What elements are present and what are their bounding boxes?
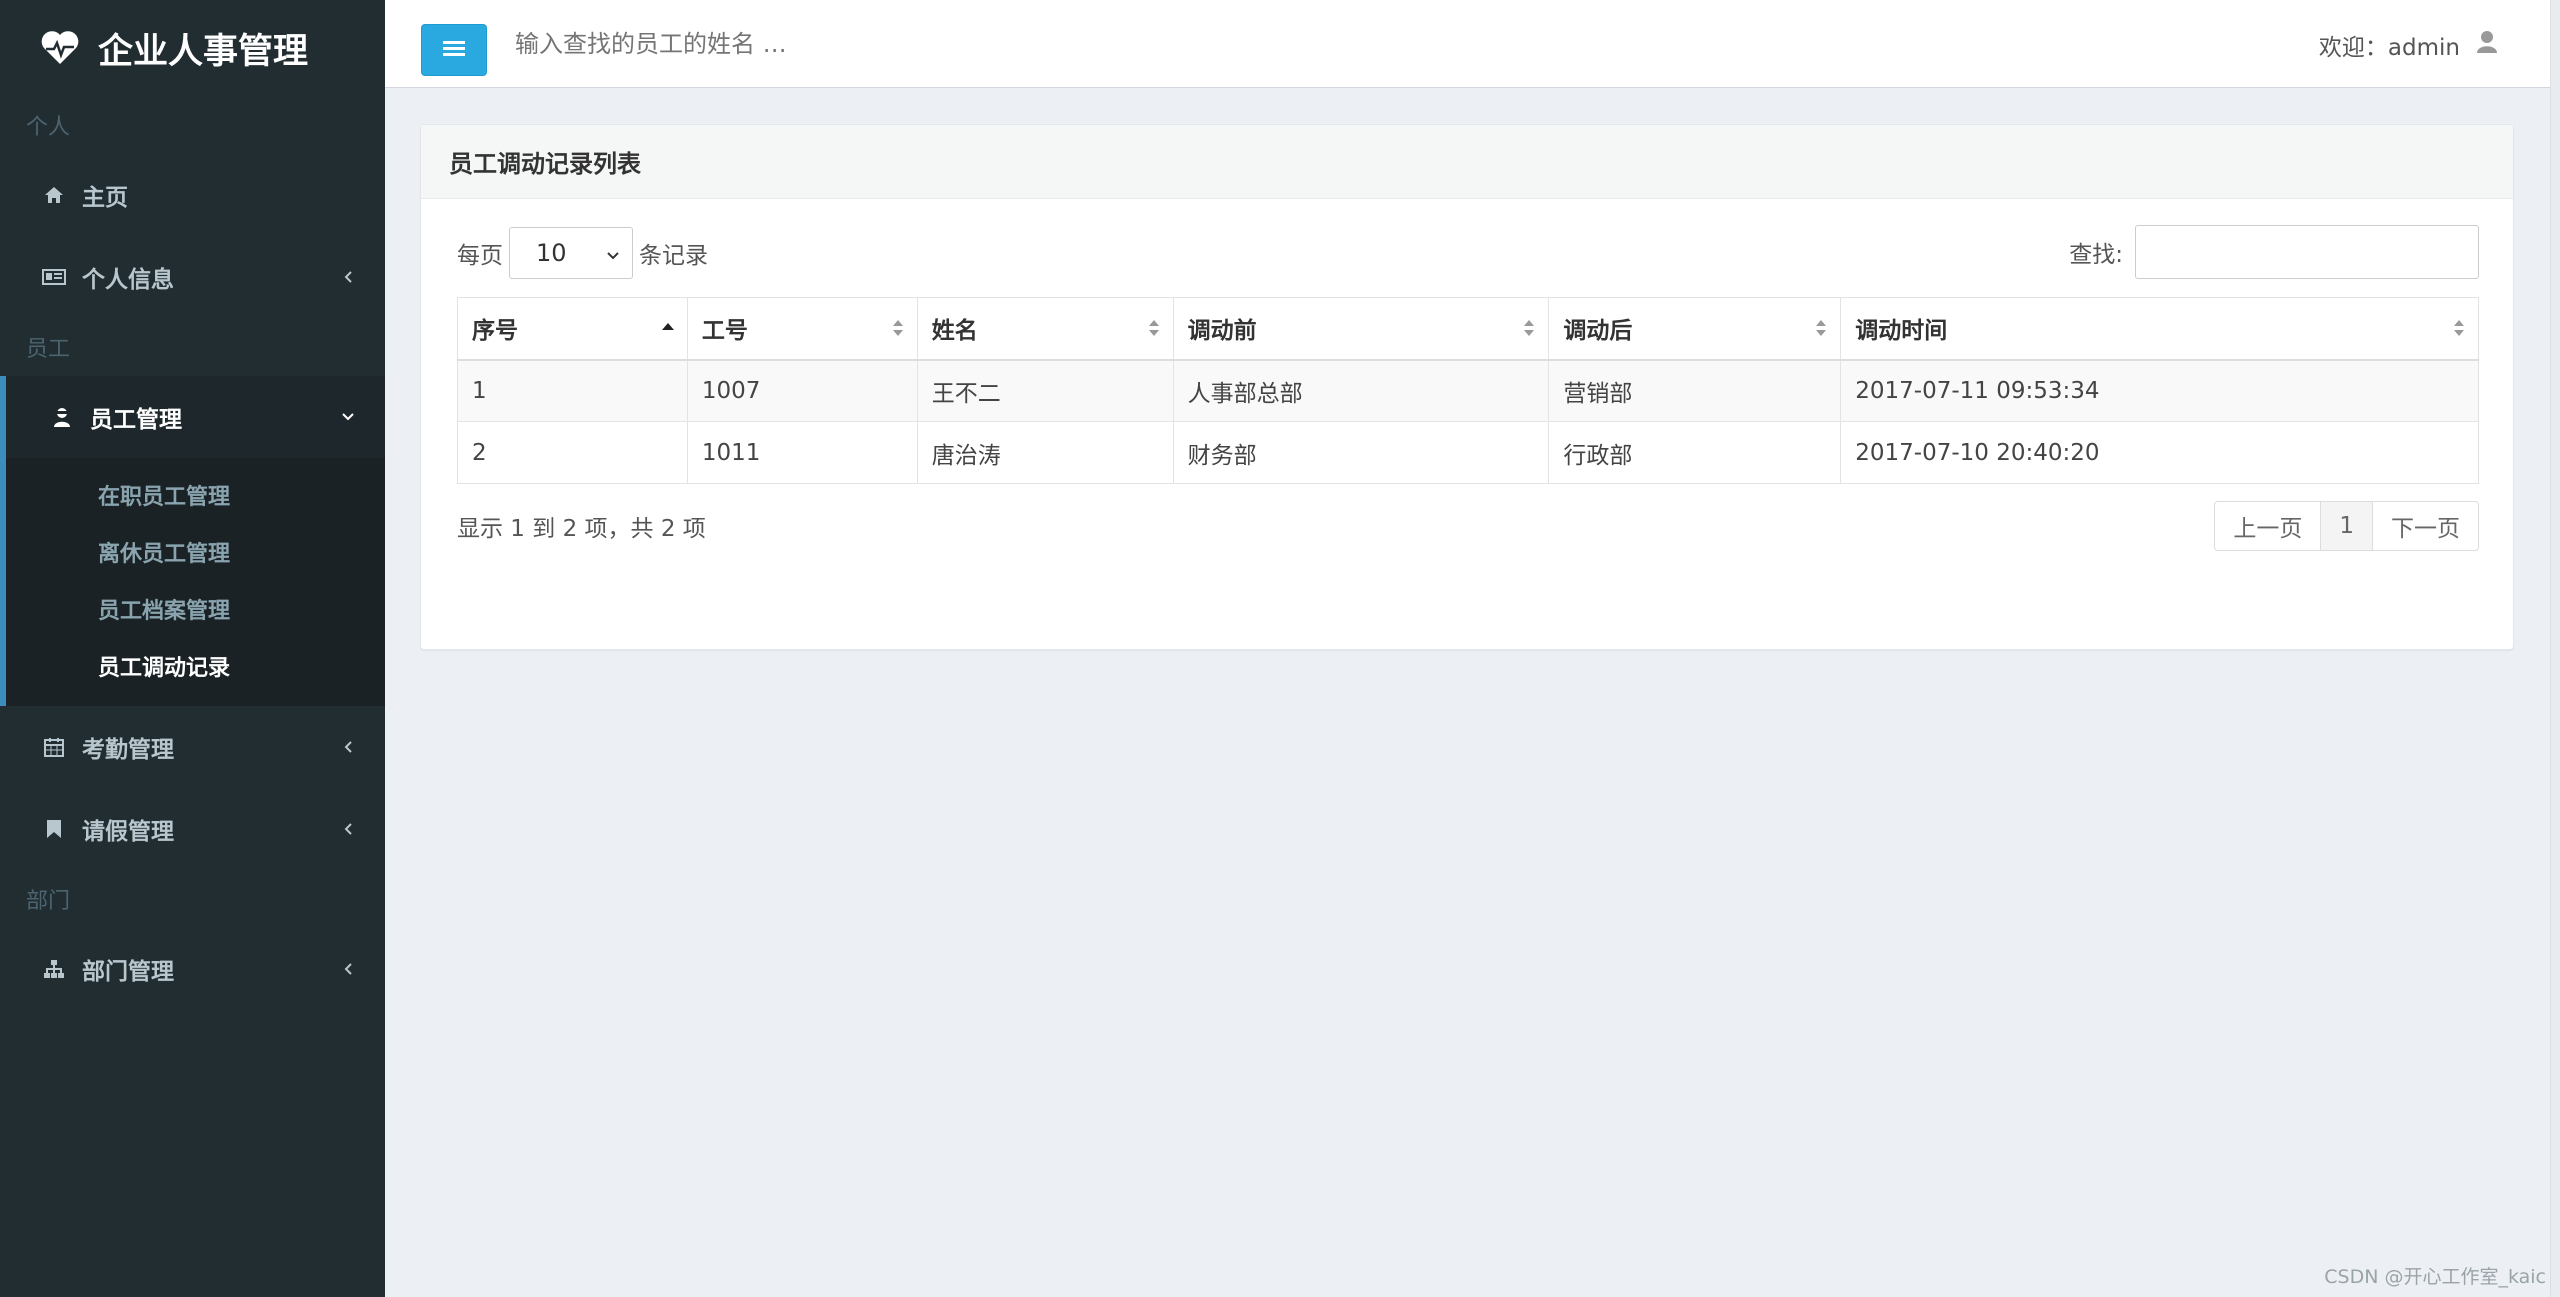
prev-page-button[interactable]: 上一页: [2214, 501, 2322, 551]
column-header-before[interactable]: 调动前: [1172, 297, 1550, 361]
user-icon[interactable]: [2476, 30, 2500, 56]
table-info: 显示 1 到 2 项，共 2 项: [457, 516, 706, 542]
cell-after: 行政部: [1548, 421, 1842, 484]
sidebar-item-attendance[interactable]: 考勤管理: [0, 706, 385, 788]
sort-icon: [1522, 318, 1536, 338]
sidebar-item-profile[interactable]: 个人信息: [0, 236, 385, 318]
column-header-after[interactable]: 调动后: [1548, 297, 1842, 361]
sort-icon: [2452, 318, 2466, 338]
cell-name: 唐治涛: [916, 421, 1174, 484]
window-scrollbar[interactable]: [2550, 0, 2560, 1297]
watermark: CSDN @开心工作室_kaic: [2324, 1266, 2546, 1288]
welcome-text: 欢迎：admin: [2318, 35, 2460, 61]
sort-icon: [1814, 318, 1828, 338]
app-title: 企业人事管理: [98, 31, 309, 72]
chevron-left-icon: [341, 270, 355, 284]
column-header-index[interactable]: 序号: [457, 297, 688, 361]
cell-name: 王不二: [916, 359, 1174, 422]
sort-icon: [891, 318, 905, 338]
sidebar-toggle-button[interactable]: [421, 24, 487, 76]
column-header-name[interactable]: 姓名: [916, 297, 1174, 361]
cell-index: 1: [457, 359, 688, 422]
submenu-active-employees[interactable]: 在职员工管理: [6, 466, 385, 523]
table-search-input[interactable]: [2135, 225, 2479, 279]
calendar-icon: [42, 735, 66, 759]
top-header: 欢迎：admin: [385, 0, 2560, 88]
chevron-left-icon: [341, 962, 355, 976]
per-page-suffix: 条记录: [639, 243, 708, 269]
sidebar-item-dept-mgmt[interactable]: 部门管理: [0, 928, 385, 1010]
panel-title: 员工调动记录列表: [421, 125, 2513, 199]
hamburger-icon: [443, 39, 465, 61]
cell-before: 人事部总部: [1172, 359, 1550, 422]
page-size-select[interactable]: 10: [509, 227, 633, 279]
pagination: 上一页 1 下一页: [2214, 501, 2479, 551]
table-filter: 查找:: [2069, 225, 2479, 279]
next-page-button[interactable]: 下一页: [2372, 501, 2479, 551]
transfer-records-panel: 员工调动记录列表 每页 10 条记录 查找: 序号 工号 姓名 调动前 调动后 …: [420, 124, 2514, 650]
sidebar-item-label: 员工管理: [90, 407, 182, 433]
section-personal: 个人: [26, 115, 71, 140]
column-header-time[interactable]: 调动时间: [1840, 297, 2479, 361]
find-label: 查找:: [2069, 242, 2123, 268]
app-logo[interactable]: 企业人事管理: [0, 0, 385, 96]
column-header-emp-id[interactable]: 工号: [686, 297, 918, 361]
sidebar-item-label: 请假管理: [82, 819, 174, 845]
user-secret-icon: [50, 405, 74, 429]
cell-emp-id: 1011: [686, 421, 918, 484]
cell-before: 财务部: [1172, 421, 1550, 484]
sidebar-item-home[interactable]: 主页: [0, 154, 385, 236]
per-page-prefix: 每页: [457, 243, 503, 269]
employee-submenu: 在职员工管理 离休员工管理 员工档案管理 员工调动记录: [0, 458, 385, 706]
cell-time: 2017-07-10 20:40:20: [1840, 421, 2479, 484]
page-size-value: 10: [536, 239, 567, 267]
section-employee: 员工: [26, 337, 71, 362]
sidebar-item-label: 部门管理: [82, 959, 174, 985]
sidebar-item-label: 个人信息: [82, 267, 174, 293]
table-row: 1 1007 王不二 人事部总部 营销部 2017-07-11 09:53:34: [457, 359, 2479, 422]
chevron-down-icon: [341, 410, 355, 424]
cell-emp-id: 1007: [686, 359, 918, 422]
sidebar-item-leave[interactable]: 请假管理: [0, 788, 385, 870]
page-length-control: 每页 10 条记录: [457, 227, 708, 279]
chevron-down-icon: [606, 239, 620, 267]
heartbeat-icon: [40, 30, 80, 66]
sitemap-icon: [42, 957, 66, 981]
employee-search-input[interactable]: [515, 22, 1115, 66]
cell-time: 2017-07-11 09:53:34: [1840, 359, 2479, 422]
page-1-button[interactable]: 1: [2321, 501, 2372, 551]
submenu-retired-employees[interactable]: 离休员工管理: [6, 523, 385, 580]
home-icon: [42, 183, 66, 207]
submenu-transfer-records[interactable]: 员工调动记录: [6, 637, 385, 694]
bookmark-icon: [42, 817, 66, 841]
id-card-icon: [42, 265, 66, 289]
chevron-left-icon: [341, 822, 355, 836]
table-header-row: 序号 工号 姓名 调动前 调动后 调动时间: [457, 297, 2479, 361]
cell-after: 营销部: [1548, 359, 1842, 422]
sort-asc-icon: [661, 318, 675, 338]
submenu-employee-archives[interactable]: 员工档案管理: [6, 580, 385, 637]
table-row: 2 1011 唐治涛 财务部 行政部 2017-07-10 20:40:20: [457, 421, 2479, 484]
sidebar: 企业人事管理 个人 主页 个人信息 员工 员工管理 在职员工管理 离休员工管理 …: [0, 0, 385, 1297]
transfer-records-table: 序号 工号 姓名 调动前 调动后 调动时间 1 1007 王不二 人事部总部 营…: [457, 297, 2479, 484]
chevron-left-icon: [341, 740, 355, 754]
section-department: 部门: [26, 889, 71, 914]
sidebar-item-employee-mgmt[interactable]: 员工管理: [0, 376, 385, 458]
cell-index: 2: [457, 421, 688, 484]
sort-icon: [1147, 318, 1161, 338]
sidebar-item-label: 主页: [82, 185, 128, 211]
sidebar-item-label: 考勤管理: [82, 737, 174, 763]
